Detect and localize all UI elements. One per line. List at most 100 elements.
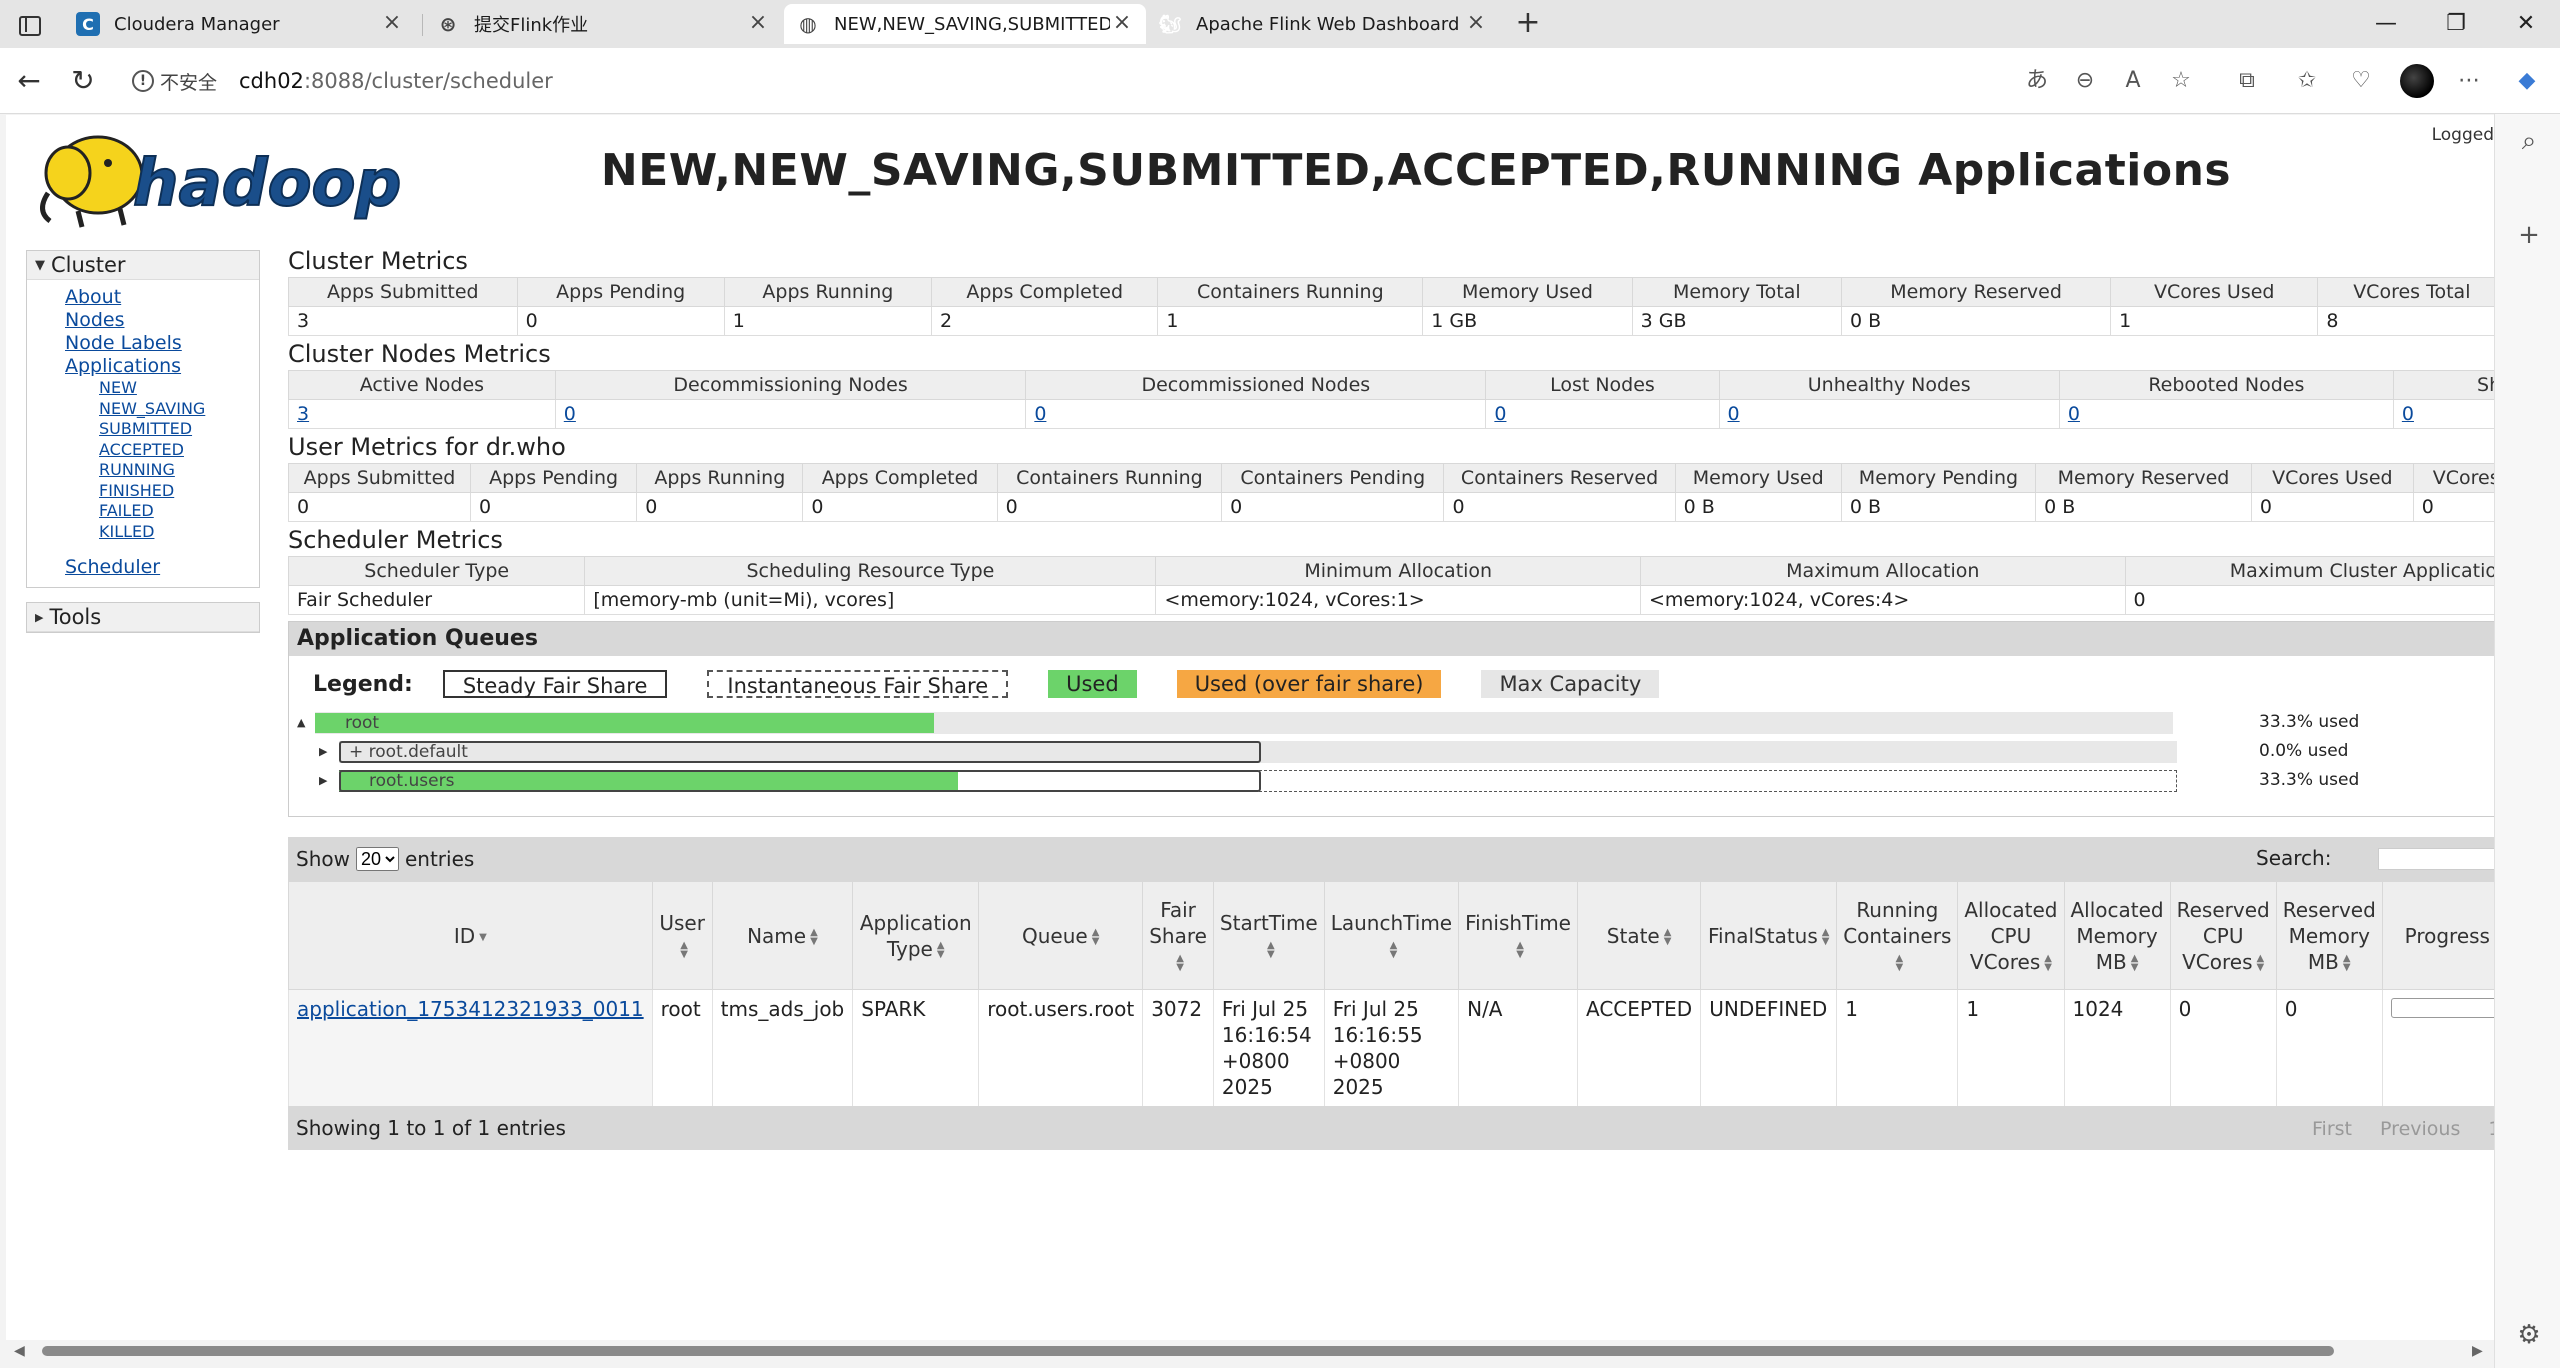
queue-row-root-users[interactable]: ▶ root.users 33.3% used	[289, 768, 2494, 794]
pager-previous[interactable]: Previous	[2380, 1118, 2460, 1140]
nav-link-new[interactable]: NEW	[99, 378, 259, 399]
tab-actions-icon[interactable]	[12, 10, 44, 38]
metric-link[interactable]: 0	[1728, 403, 1740, 425]
queue-row-root[interactable]: ▲ root 33.3% used	[289, 710, 2494, 736]
pager-page-1[interactable]: 1	[2488, 1118, 2494, 1140]
column-header[interactable]: FinishTime▲ ▼	[1458, 881, 1578, 990]
address-bar[interactable]: ! 不安全 cdh02:8088/cluster/scheduler	[120, 58, 2020, 104]
scroll-right-icon[interactable]: ▶	[2472, 1343, 2483, 1359]
cluster-nav-header[interactable]: ▼ Cluster	[27, 251, 259, 280]
column-header[interactable]: Progress	[2381, 881, 2494, 990]
queue-row-root-default[interactable]: ▶ + root.default 0.0% used	[289, 739, 2494, 765]
copilot-icon[interactable]: ◆	[2512, 66, 2542, 96]
scrollbar-thumb[interactable]	[42, 1346, 2334, 1356]
sort-arrows-icon: ▲ ▼	[1895, 953, 1904, 973]
nav-link-submitted[interactable]: SUBMITTED	[99, 419, 259, 440]
nav-link-applications[interactable]: Applications	[65, 355, 259, 378]
zoom-out-icon[interactable]: ⊖	[2070, 66, 2100, 96]
tools-nav-header[interactable]: ▶ Tools	[27, 603, 259, 632]
column-header[interactable]: Reserved CPU VCores ▲ ▼	[2169, 881, 2277, 990]
column-header[interactable]: ID ▼	[288, 881, 653, 990]
caret-down-icon[interactable]: ▲	[297, 716, 305, 729]
translate-icon[interactable]: あ	[2022, 66, 2052, 96]
column-header[interactable]: Running Containers▲ ▼	[1836, 881, 1959, 990]
extensions-icon[interactable]: ⧉	[2232, 66, 2262, 96]
favorite-star-icon[interactable]: ☆	[2166, 66, 2196, 96]
nav-link-about[interactable]: About	[65, 286, 259, 309]
column-header[interactable]: Fair Share▲ ▼	[1142, 881, 1214, 990]
search-icon[interactable]: ⌕	[2514, 126, 2544, 156]
tab-yarn-applications[interactable]: ◍ NEW,NEW_SAVING,SUBMITTED,A ×	[784, 4, 1146, 44]
column-header[interactable]: FinalStatus ▲ ▼	[1700, 881, 1838, 990]
column-header[interactable]: Queue ▲ ▼	[978, 881, 1144, 990]
more-menu-icon[interactable]: ⋯	[2454, 66, 2484, 96]
metric-link[interactable]: 0	[564, 403, 576, 425]
column-header[interactable]: Name ▲ ▼	[711, 881, 854, 990]
add-icon[interactable]: +	[2514, 220, 2544, 250]
horizontal-scrollbar[interactable]: ◀ ▶	[6, 1340, 2494, 1362]
column-header[interactable]: StartTime▲ ▼	[1212, 881, 1325, 990]
url-text[interactable]: cdh02:8088/cluster/scheduler	[239, 69, 553, 93]
tab-flink-dashboard[interactable]: 🐿 Apache Flink Web Dashboard ×	[1146, 4, 1500, 44]
settings-gear-icon[interactable]: ⚙	[2514, 1320, 2544, 1350]
restore-icon[interactable]: ❐	[2436, 8, 2476, 40]
globe-icon: ◍	[799, 12, 817, 36]
metric-link[interactable]: 3	[297, 403, 309, 425]
column-header[interactable]: Allocated Memory MB ▲ ▼	[2063, 881, 2171, 990]
caret-right-icon[interactable]: ▶	[319, 745, 327, 758]
nav-link-new-saving[interactable]: NEW_SAVING	[99, 399, 259, 420]
column-header[interactable]: User▲ ▼	[651, 881, 713, 990]
profile-avatar[interactable]	[2400, 64, 2434, 98]
search-input[interactable]	[2378, 848, 2494, 870]
column-header[interactable]: Allocated CPU VCores ▲ ▼	[1957, 881, 2065, 990]
insecure-indicator[interactable]: ! 不安全	[132, 68, 217, 95]
column-header[interactable]: Application Type ▲ ▼	[852, 881, 980, 990]
flink-squirrel-icon: 🐿	[1158, 13, 1182, 35]
entries-per-page-select[interactable]: 20	[355, 847, 399, 871]
queue-name: + root.default	[349, 742, 468, 762]
nav-link-scheduler[interactable]: Scheduler	[65, 556, 259, 579]
node-metrics-value[interactable]: 3	[288, 399, 556, 429]
nav-link-accepted[interactable]: ACCEPTED	[99, 440, 259, 461]
refresh-icon[interactable]: ↻	[66, 64, 100, 98]
close-tab-icon[interactable]: ×	[1464, 12, 1488, 36]
nav-link-running[interactable]: RUNNING	[99, 460, 259, 481]
browser-essentials-icon[interactable]: ♡	[2346, 66, 2376, 96]
back-arrow-icon[interactable]: ←	[12, 64, 46, 98]
application-id-link[interactable]: application_1753412321933_0011	[297, 997, 644, 1021]
metric-link[interactable]: 0	[2068, 403, 2080, 425]
node-metrics-value[interactable]: 0	[1485, 399, 1720, 429]
tab-submit-flink-job[interactable]: ⊛ 提交Flink作业 ×	[424, 4, 782, 44]
metric-link[interactable]: 0	[1494, 403, 1506, 425]
nav-link-nodes[interactable]: Nodes	[65, 309, 259, 332]
node-metrics-value[interactable]: 0	[2392, 399, 2494, 429]
metric-link[interactable]: 0	[1034, 403, 1046, 425]
metric-link[interactable]: 0	[2402, 403, 2414, 425]
tab-cloudera-manager[interactable]: C Cloudera Manager ×	[64, 4, 416, 44]
close-window-icon[interactable]: ✕	[2506, 8, 2546, 40]
caret-right-icon[interactable]: ▶	[319, 774, 327, 787]
node-metrics-value[interactable]: 0	[2058, 399, 2394, 429]
user-metrics-value: 0	[636, 492, 803, 522]
favorites-icon[interactable]: ✩	[2292, 66, 2322, 96]
minimize-icon[interactable]: —	[2366, 8, 2406, 40]
start-time-cell: Fri Jul 25 16:16:54 +0800 2025	[1212, 989, 1325, 1106]
node-metrics-value[interactable]: 0	[554, 399, 1026, 429]
read-aloud-icon[interactable]: A	[2118, 66, 2148, 96]
column-header[interactable]: Reserved Memory MB ▲ ▼	[2275, 881, 2383, 990]
pager-first[interactable]: First	[2312, 1118, 2352, 1140]
close-tab-icon[interactable]: ×	[380, 12, 404, 36]
running-containers-cell: 1	[1836, 989, 1958, 1106]
close-tab-icon[interactable]: ×	[746, 12, 770, 36]
column-header[interactable]: State ▲ ▼	[1576, 881, 1702, 990]
nav-link-killed[interactable]: KILLED	[99, 522, 259, 543]
scroll-left-icon[interactable]: ◀	[14, 1343, 25, 1359]
nav-link-failed[interactable]: FAILED	[99, 501, 259, 522]
nav-link-finished[interactable]: FINISHED	[99, 481, 259, 502]
node-metrics-value[interactable]: 0	[1718, 399, 2060, 429]
close-tab-icon[interactable]: ×	[1110, 12, 1134, 36]
node-metrics-value[interactable]: 0	[1025, 399, 1486, 429]
nav-link-node-labels[interactable]: Node Labels	[65, 332, 259, 355]
column-header[interactable]: LaunchTime▲ ▼	[1323, 881, 1460, 990]
new-tab-button[interactable]: +	[1512, 8, 1544, 40]
